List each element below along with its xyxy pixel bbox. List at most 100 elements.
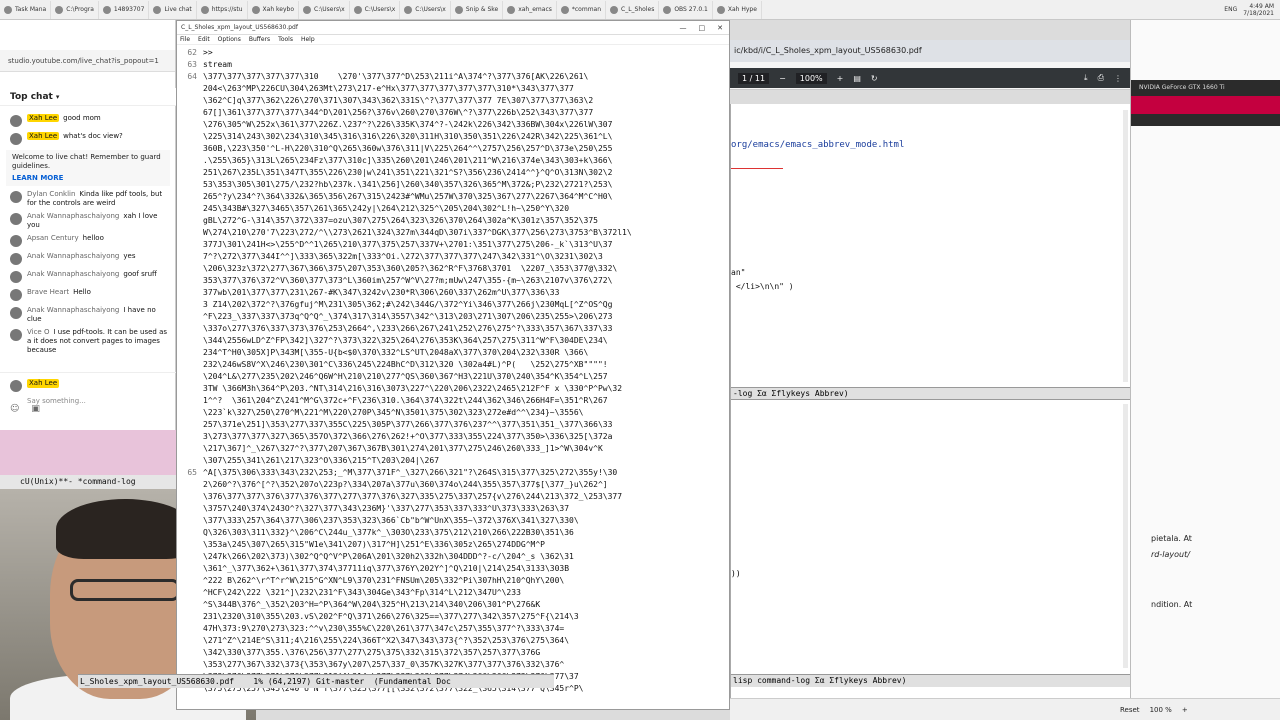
window-tab[interactable]: Live chat (149, 0, 197, 19)
code-line: 65 ^A[\375\306\333\343\232\253;_^M\377\37… (177, 467, 729, 479)
chat-message[interactable]: Anak Wannaphaschaiyong yes (0, 250, 176, 268)
right-emacs-pane[interactable]: org/emacs/emacs_abbrev_mode.html an" </l… (730, 104, 1131, 710)
chat-message[interactable]: Anak Wannaphaschaiyong I have no clue (0, 304, 176, 326)
chat-author[interactable]: Anak Wannaphaschaiyong (27, 270, 119, 278)
zoom-in-icon[interactable]: + (837, 74, 844, 83)
chat-message[interactable]: Apsan Century helloo (0, 232, 176, 250)
chat-author[interactable]: Anak Wannaphaschaiyong (27, 252, 119, 260)
window-tab-label: C:\Users\x (415, 6, 446, 13)
code-line: 7^?\272\377\344I^^]\333\365\322m[\333^Oi… (177, 251, 729, 263)
code-line: ^F\223_\337\337\373q^Q^Q^_\374\317\314\3… (177, 311, 729, 323)
line-text: 7^?\272\377\344I^^]\333\365\322m[\333^Oi… (203, 252, 603, 261)
window-tab[interactable]: C:\Users\x (350, 0, 401, 19)
menu-item-options[interactable]: Options (218, 36, 241, 43)
chat-text: what's doc view? (63, 132, 123, 140)
window-tab[interactable]: C:\Progra (51, 0, 99, 19)
zoom-level[interactable]: 100% (795, 72, 827, 84)
chat-author[interactable]: Anak Wannaphaschaiyong (27, 212, 119, 220)
chat-author[interactable]: Brave Heart (27, 288, 69, 296)
money-icon[interactable]: ▣ (31, 404, 40, 414)
minimize-icon[interactable]: — (680, 24, 687, 32)
window-tab-label: xah_emacs (518, 6, 552, 13)
text-line-2: rd-layout/ (1151, 550, 1190, 559)
window-tab[interactable]: C:\Users\x (299, 0, 350, 19)
chat-message-body: Brave Heart Hello (27, 288, 91, 297)
scrollbar-lower[interactable] (1123, 404, 1128, 668)
code-line: \3757\240\374\243O^?\327\377\343\236M}'\… (177, 503, 729, 515)
more-menu-icon[interactable]: ⋮ (1114, 74, 1130, 83)
code-line: 3TW \366M3h\364^P\203.^NT\314\216\316\30… (177, 383, 729, 395)
avatar (10, 115, 22, 127)
chat-input-placeholder[interactable]: Say something... (27, 397, 166, 405)
app-icon (4, 5, 12, 14)
menu-item-edit[interactable]: Edit (198, 36, 210, 43)
close-icon[interactable]: ✕ (717, 24, 723, 32)
language-indicator[interactable]: ENG (1224, 6, 1237, 13)
chat-url-bar[interactable]: studio.youtube.com/live_chat?is_popout=1 (0, 50, 175, 72)
chat-message-body: Dylan Conklin Kinda like pdf tools, but f… (27, 190, 172, 208)
chat-text: goof sruff (123, 270, 157, 278)
chat-author[interactable]: Apsan Century (27, 234, 79, 242)
window-tab[interactable]: C_L_Sholes (606, 0, 660, 19)
tray-item[interactable]: 100 % (1150, 706, 1172, 714)
chat-author[interactable]: Xah Lee (27, 114, 60, 122)
app-icon (55, 5, 64, 14)
chat-header[interactable]: Top chat ▾ (0, 88, 176, 106)
learn-more-link[interactable]: LEARN MORE (12, 174, 164, 183)
pdf-tab[interactable]: ic/kbd/i/C_L_Sholes_xpm_layout_US568630.… (730, 40, 1130, 62)
line-number (177, 323, 203, 335)
menu-item-file[interactable]: File (180, 36, 190, 43)
chat-system-notice: Welcome to live chat! Remember to guard … (6, 150, 170, 186)
line-number (177, 191, 203, 203)
chat-tools: ☺ ▣ (10, 404, 40, 414)
notice-text: Welcome to live chat! Remember to guard … (12, 153, 161, 170)
buffer-text[interactable]: 62 >> 63 stream 64 \377\377\377\377\377\310 \… (177, 47, 729, 695)
print-icon[interactable]: ⎙ (1098, 73, 1104, 83)
fit-page-icon[interactable]: ▤ (853, 74, 861, 83)
window-tab[interactable]: Xah Hype (713, 0, 762, 19)
window-tab[interactable]: https://stu (197, 0, 248, 19)
code-line: \337o\277\376\337\373\376\253\2664^,\233… (177, 323, 729, 335)
chat-message[interactable]: Anak Wannaphaschaiyong goof sruff (0, 268, 176, 286)
chat-message[interactable]: Xah Lee good mom (0, 112, 176, 130)
html-link-text[interactable]: org/emacs/emacs_abbrev_mode.html (731, 140, 904, 150)
menu-item-tools[interactable]: Tools (278, 36, 293, 43)
bottom-statusbar: Reset 100 % + (730, 698, 1280, 720)
maximize-icon[interactable]: □ (699, 24, 706, 32)
tray-item[interactable]: + (1182, 706, 1188, 714)
chat-message[interactable]: Brave Heart Hello (0, 286, 176, 304)
window-tab[interactable]: OBS 27.0.1 (659, 0, 713, 19)
window-tab[interactable]: 14893707 (99, 0, 150, 19)
chat-message-body: Vice OI use pdf-tools. It can be used as… (27, 328, 172, 355)
zoom-out-icon[interactable]: − (779, 74, 786, 83)
page-indicator[interactable]: 1 / 11 (738, 72, 770, 84)
menu-item-help[interactable]: Help (301, 36, 315, 43)
chat-message-list: Xah Lee good mom Xah Lee what's doc view? We… (0, 112, 176, 357)
window-tab[interactable]: xah_emacs (503, 0, 557, 19)
scrollbar-upper[interactable] (1123, 110, 1128, 382)
window-tab[interactable]: Task Mana (0, 0, 52, 19)
emoji-icon[interactable]: ☺ (10, 404, 19, 414)
line-number (177, 299, 203, 311)
menu-item-buffers[interactable]: Buffers (249, 36, 270, 43)
chat-author[interactable]: Anak Wannaphaschaiyong (27, 306, 119, 314)
emacs-titlebar[interactable]: C_L_Sholes_xpm_layout_US568630.pdf — □ ✕ (177, 21, 729, 35)
gpu-name: NVIDIA GeForce GTX 1660 Ti (1139, 84, 1225, 91)
chat-message[interactable]: Dylan Conklin Kinda like pdf tools, but f… (0, 188, 176, 210)
code-line: W\274\210\270'7\223\272/^\\273\2621\324\… (177, 227, 729, 239)
tray-item[interactable]: Reset (1120, 706, 1140, 714)
chat-author[interactable]: Dylan Conklin (27, 190, 75, 198)
window-tab[interactable]: Xah keybo (248, 0, 300, 19)
window-tab[interactable]: C:\Users\x (400, 0, 451, 19)
chat-author[interactable]: Xah Lee (27, 132, 60, 140)
chat-message[interactable]: Xah Lee what's doc view? (0, 130, 176, 148)
download-icon[interactable]: ⤓ (1084, 73, 1088, 83)
rotate-icon[interactable]: ↻ (871, 74, 878, 83)
clock-time: 4:49 AM (1249, 2, 1274, 10)
window-tab[interactable]: Snip & Ske (451, 0, 504, 19)
chat-message[interactable]: Vice OI use pdf-tools. It can be used as… (0, 326, 176, 357)
window-tab[interactable]: *comman (557, 0, 607, 19)
chat-message[interactable]: Anak Wannaphaschaiyong xah I love you (0, 210, 176, 232)
chat-author[interactable]: Vice O (27, 328, 49, 336)
clock[interactable]: 4:49 AM 7/18/2021 (1243, 3, 1274, 17)
